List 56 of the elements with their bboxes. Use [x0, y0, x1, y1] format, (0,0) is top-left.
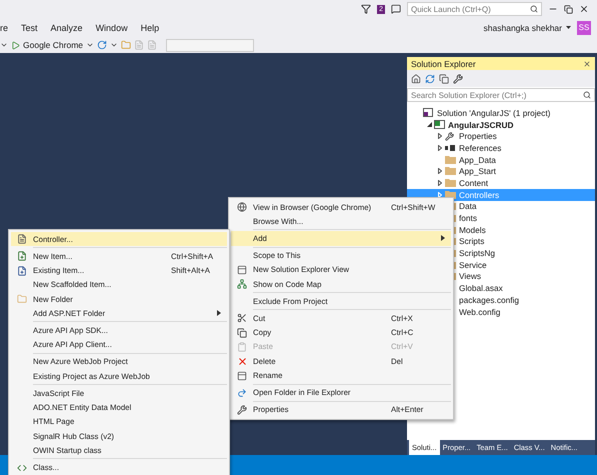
user-avatar[interactable]: SS — [577, 20, 591, 34]
globe-icon — [237, 202, 247, 212]
class-icon — [17, 462, 27, 472]
references-icon — [445, 144, 455, 151]
panel-title: Solution Explorer — [411, 58, 476, 68]
tree-item[interactable]: Properties — [407, 130, 595, 142]
caret-icon — [110, 41, 118, 49]
menu-bar-item[interactable]: Analyze — [50, 22, 83, 32]
collapse-icon — [439, 74, 449, 84]
search-icon — [583, 91, 591, 99]
play-icon — [11, 40, 20, 50]
network-icon — [237, 279, 247, 290]
existing-item-icon — [17, 266, 27, 276]
clipboard-icon — [237, 342, 247, 352]
browser-selector[interactable]: Google Chrome — [23, 40, 84, 50]
project-icon — [434, 120, 445, 130]
document-icon — [134, 40, 144, 50]
home-icon — [411, 74, 421, 84]
wrench-icon — [445, 132, 454, 141]
close-icon — [579, 4, 589, 14]
document-icon — [147, 40, 158, 50]
scissors-icon — [237, 313, 247, 324]
sync-icon — [425, 74, 435, 84]
wrench-icon — [237, 404, 247, 415]
close-icon — [583, 60, 591, 68]
user-name[interactable]: shashangka shekhar — [484, 22, 562, 32]
menu-bar-item[interactable]: re — [0, 22, 8, 32]
menu-bar-item[interactable]: Window — [96, 22, 128, 32]
feedback-icon — [391, 4, 401, 14]
refresh-icon — [97, 40, 108, 50]
solution-icon — [423, 108, 433, 118]
document-icon — [17, 234, 27, 244]
tree-item[interactable]: AngularJSCRUD — [407, 118, 595, 130]
menu-bar-item[interactable]: Help — [140, 22, 160, 32]
search-icon — [530, 5, 538, 13]
tree-item[interactable]: Content — [407, 177, 595, 189]
wrench-icon — [453, 74, 463, 84]
rename-icon — [237, 370, 247, 381]
tree-item[interactable]: Solution 'AngularJS' (1 project) — [407, 107, 595, 119]
new-item-icon — [17, 251, 27, 262]
delete-icon — [236, 356, 248, 367]
copy-icon — [237, 328, 247, 338]
caret-icon — [86, 41, 94, 49]
quick-launch-field[interactable]: Quick Launch (Ctrl+Q) — [407, 2, 542, 16]
caret-icon — [566, 26, 571, 29]
menu-bar-item[interactable]: Test — [21, 22, 38, 32]
tree-item[interactable]: App_Start — [407, 165, 595, 178]
configuration-dropdown[interactable] — [166, 38, 254, 52]
tree-item[interactable]: References — [407, 142, 595, 154]
tree-item[interactable]: App_Data — [407, 154, 595, 166]
filter-icon — [361, 4, 372, 14]
window-icon — [237, 264, 247, 275]
arrow-icon — [237, 388, 247, 398]
search-field[interactable]: Search Solution Explorer (Ctrl+;) — [407, 88, 595, 102]
caret-icon — [0, 41, 8, 49]
restore-icon — [564, 4, 573, 14]
